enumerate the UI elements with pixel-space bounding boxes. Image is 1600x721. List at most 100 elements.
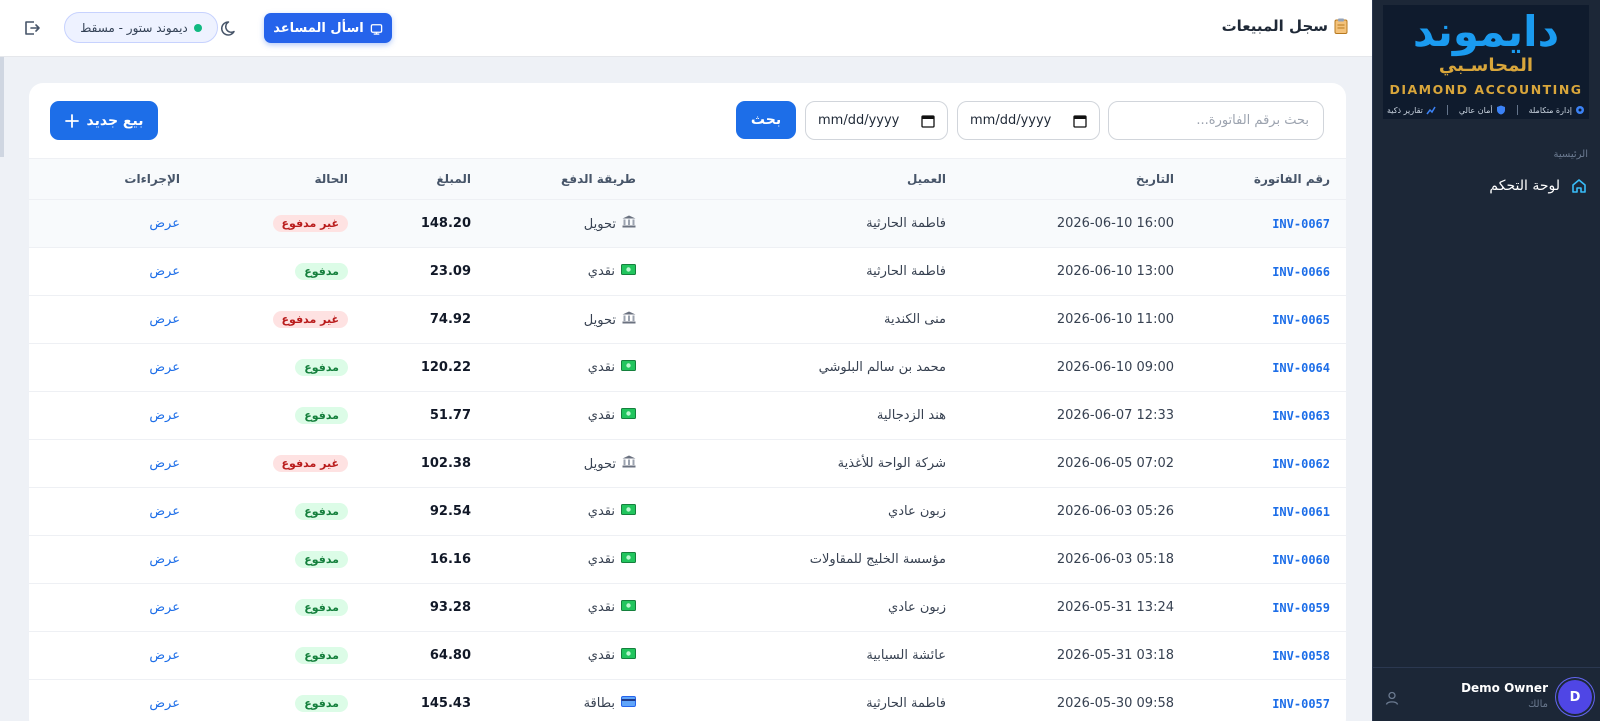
status-badge: مدفوع xyxy=(295,503,348,520)
actions-cell: عرض xyxy=(29,680,196,721)
table-row[interactable]: INV-0060 2026-06-03 05:18 مؤسسة الخليج للم… xyxy=(29,535,1346,584)
date-to-field[interactable]: mm/dd/yyyy xyxy=(805,101,948,140)
payment-method-label: نقدي xyxy=(587,600,615,615)
invoice-date: 2026-06-10 11:00 xyxy=(1056,312,1174,327)
table-row[interactable]: INV-0061 2026-06-03 05:26 زبون عادي نقدي 92.… xyxy=(29,487,1346,536)
user-icon[interactable] xyxy=(1384,690,1400,706)
invoice-number-link[interactable]: INV-0062 xyxy=(1190,440,1346,488)
amount: 64.80 xyxy=(429,648,471,663)
chart-icon xyxy=(1426,106,1436,115)
invoice-number-link[interactable]: INV-0063 xyxy=(1190,392,1346,440)
invoice-number-link[interactable]: INV-0061 xyxy=(1190,488,1346,536)
column-header[interactable]: العميل xyxy=(652,159,962,200)
shield-icon xyxy=(1496,105,1505,115)
invoice-number-link[interactable]: INV-0057 xyxy=(1190,680,1346,721)
invoice-date: 2026-06-05 07:02 xyxy=(1056,456,1174,471)
table-row[interactable]: INV-0065 2026-06-10 11:00 منى الكندية تحويل… xyxy=(29,295,1346,344)
table-row[interactable]: INV-0067 2026-06-10 16:00 فاطمة الحارثية تح… xyxy=(29,199,1346,248)
new-sale-button[interactable]: بيع جديد xyxy=(50,101,158,140)
customer-name: منى الكندية xyxy=(884,312,946,327)
table-row[interactable]: INV-0066 2026-06-10 13:00 فاطمة الحارثية نق… xyxy=(29,247,1346,296)
cash-icon xyxy=(621,360,636,375)
customer-name: هند الزدجالية xyxy=(876,408,946,423)
column-header[interactable]: طريقة الدفع xyxy=(487,159,652,200)
view-link[interactable]: عرض xyxy=(149,360,180,375)
column-header[interactable]: التاريخ xyxy=(962,159,1190,200)
date-from-field[interactable]: mm/dd/yyyy xyxy=(957,101,1100,140)
customer-name: زبون عادي xyxy=(888,504,946,519)
invoice-search-input[interactable] xyxy=(1108,101,1324,140)
view-link[interactable]: عرض xyxy=(149,216,180,231)
view-link[interactable]: عرض xyxy=(149,552,180,567)
payment-method-label: نقدي xyxy=(587,648,615,663)
table-body: INV-0067 2026-06-10 16:00 فاطمة الحارثية تح… xyxy=(29,199,1346,721)
invoice-date: 2026-05-31 03:18 xyxy=(1056,648,1174,663)
payment-method-label: نقدي xyxy=(587,504,615,519)
payment-method: نقدي xyxy=(487,488,652,536)
column-header[interactable]: رقم الفاتورة xyxy=(1190,159,1346,200)
avatar[interactable]: D xyxy=(1558,680,1592,714)
cash-icon xyxy=(621,408,636,423)
logo-tag-label: أمان عالي xyxy=(1458,105,1493,115)
status-badge: غير مدفوع xyxy=(272,455,348,472)
brand-logo[interactable]: دايموند المحاسـبي DIAMOND ACCOUNTING إدا… xyxy=(1383,5,1589,119)
search-button[interactable]: بحث xyxy=(736,101,796,139)
ask-assistant-button[interactable]: اسأل المساعد xyxy=(264,13,392,43)
view-link[interactable]: عرض xyxy=(149,504,180,519)
calendar-icon[interactable] xyxy=(1073,114,1087,128)
status-badge: مدفوع xyxy=(295,647,348,664)
divider xyxy=(1446,105,1448,115)
table-row[interactable]: INV-0064 2026-06-10 09:00 محمد بن سالم الب… xyxy=(29,343,1346,392)
column-header[interactable]: الإجراءات xyxy=(29,159,196,200)
status-cell: مدفوع xyxy=(196,248,364,296)
payment-method-label: بطاقة xyxy=(583,696,615,712)
invoice-number-link[interactable]: INV-0059 xyxy=(1190,584,1346,632)
table-row[interactable]: INV-0059 2026-05-31 13:24 زبون عادي نقدي 93.… xyxy=(29,583,1346,632)
calendar-icon[interactable] xyxy=(921,114,935,128)
invoice-number-link[interactable]: INV-0065 xyxy=(1190,296,1346,344)
invoice-number-link[interactable]: INV-0064 xyxy=(1190,344,1346,392)
view-link[interactable]: عرض xyxy=(149,408,180,423)
invoice-date: 2026-06-07 12:33 xyxy=(1056,408,1174,423)
logo-arabic-text: دايموند xyxy=(1412,7,1560,56)
table-row[interactable]: INV-0062 2026-06-05 07:02 شركة الواحة للأغ… xyxy=(29,439,1346,488)
invoice-number-link[interactable]: INV-0058 xyxy=(1190,632,1346,680)
invoice-number-link[interactable]: INV-0067 xyxy=(1190,200,1346,248)
customer-name: شركة الواحة للأغذية xyxy=(837,456,946,471)
cash-icon xyxy=(621,552,636,567)
column-header[interactable]: الحالة xyxy=(196,159,364,200)
sidebar-item-dashboard[interactable]: لوحة التحكم xyxy=(1388,172,1588,200)
page-title: سجل المبيعات xyxy=(1222,17,1348,35)
amount: 148.20 xyxy=(420,216,471,231)
robot-icon xyxy=(370,23,383,35)
amount: 102.38 xyxy=(420,456,471,471)
table-row[interactable]: INV-0063 2026-06-07 12:33 هند الزدجالية نقد… xyxy=(29,391,1346,440)
invoice-number-link[interactable]: INV-0060 xyxy=(1190,536,1346,584)
user-profile[interactable]: D Demo Owner مالك xyxy=(1372,667,1600,721)
view-link[interactable]: عرض xyxy=(149,696,180,711)
invoice-date: 2026-06-10 16:00 xyxy=(1056,216,1174,231)
logo-tag: أمان عالي xyxy=(1459,105,1506,115)
view-link[interactable]: عرض xyxy=(149,648,180,663)
customer-name: عائشة السيابية xyxy=(866,648,946,663)
view-link[interactable]: عرض xyxy=(149,600,180,615)
view-link[interactable]: عرض xyxy=(149,456,180,471)
clipboard-icon xyxy=(1334,18,1348,34)
status-cell: مدفوع xyxy=(196,392,364,440)
cash-icon xyxy=(621,264,636,279)
store-selector[interactable]: ديموند ستور - مسقط xyxy=(64,12,218,43)
invoice-number-link[interactable]: INV-0066 xyxy=(1190,248,1346,296)
divider xyxy=(1516,105,1518,115)
view-link[interactable]: عرض xyxy=(149,264,180,279)
payment-method-label: نقدي xyxy=(587,408,615,423)
payment-method: نقدي xyxy=(487,248,652,296)
cash-icon xyxy=(621,504,636,519)
moon-icon[interactable] xyxy=(220,18,240,38)
actions-cell: عرض xyxy=(29,488,196,536)
table-row[interactable]: INV-0058 2026-05-31 03:18 عائشة السيابية نق… xyxy=(29,631,1346,680)
scroll-indicator[interactable] xyxy=(0,57,4,157)
table-row[interactable]: INV-0057 2026-05-30 09:58 فاطمة الحارثية بط… xyxy=(29,679,1346,721)
column-header[interactable]: المبلغ xyxy=(364,159,487,200)
logout-icon[interactable] xyxy=(22,18,42,38)
view-link[interactable]: عرض xyxy=(149,312,180,327)
